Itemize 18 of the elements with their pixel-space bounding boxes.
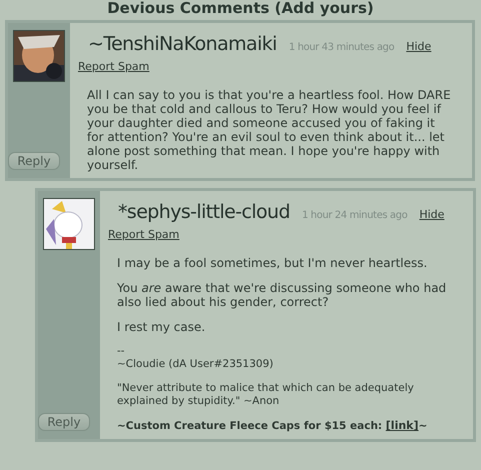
signature-quote: "Never attribute to malice that which can be adequately explained by stupidity." ~Anon — [117, 382, 415, 408]
report-spam-link[interactable]: Report Spam — [108, 228, 180, 241]
comment-text: You are aware that we're discussing someone who had also lied about his gender, correct? — [117, 281, 448, 309]
comment-text: I may be a fool sometimes, but I'm never heartless. — [117, 256, 428, 270]
section-heading: Devious Comments (Add yours) — [106, 0, 375, 17]
username[interactable]: *sephys-little-cloud — [118, 201, 290, 223]
signature-line: -- — [117, 345, 126, 358]
hide-link[interactable]: Hide — [419, 208, 444, 221]
hide-link[interactable]: Hide — [406, 40, 432, 53]
username[interactable]: ~TenshiNaKonamaiki — [88, 33, 277, 55]
timestamp: 1 hour 43 minutes ago — [288, 42, 394, 53]
report-spam-link[interactable]: Report Spam — [78, 60, 150, 73]
comment-text: All I can say to you is that you're a heartless fool. How DARE you be that cold and callous to Teru? How would you feel if your daughter died and someone accused you of faking it for attention? You're an evil soul to even think about it... let alone post something that mean. I hope you're happy with yourself. — [87, 88, 452, 172]
signature-promo: ~Custom Creature Fleece Caps for $15 each: [link]~ — [117, 419, 428, 433]
comment-text: I rest my case. — [117, 320, 206, 334]
timestamp: 1 hour 24 minutes ago — [302, 210, 408, 221]
promo-link[interactable]: [link] — [386, 419, 419, 432]
signature-line: ~Cloudie (dA User#2351309) — [117, 358, 274, 371]
